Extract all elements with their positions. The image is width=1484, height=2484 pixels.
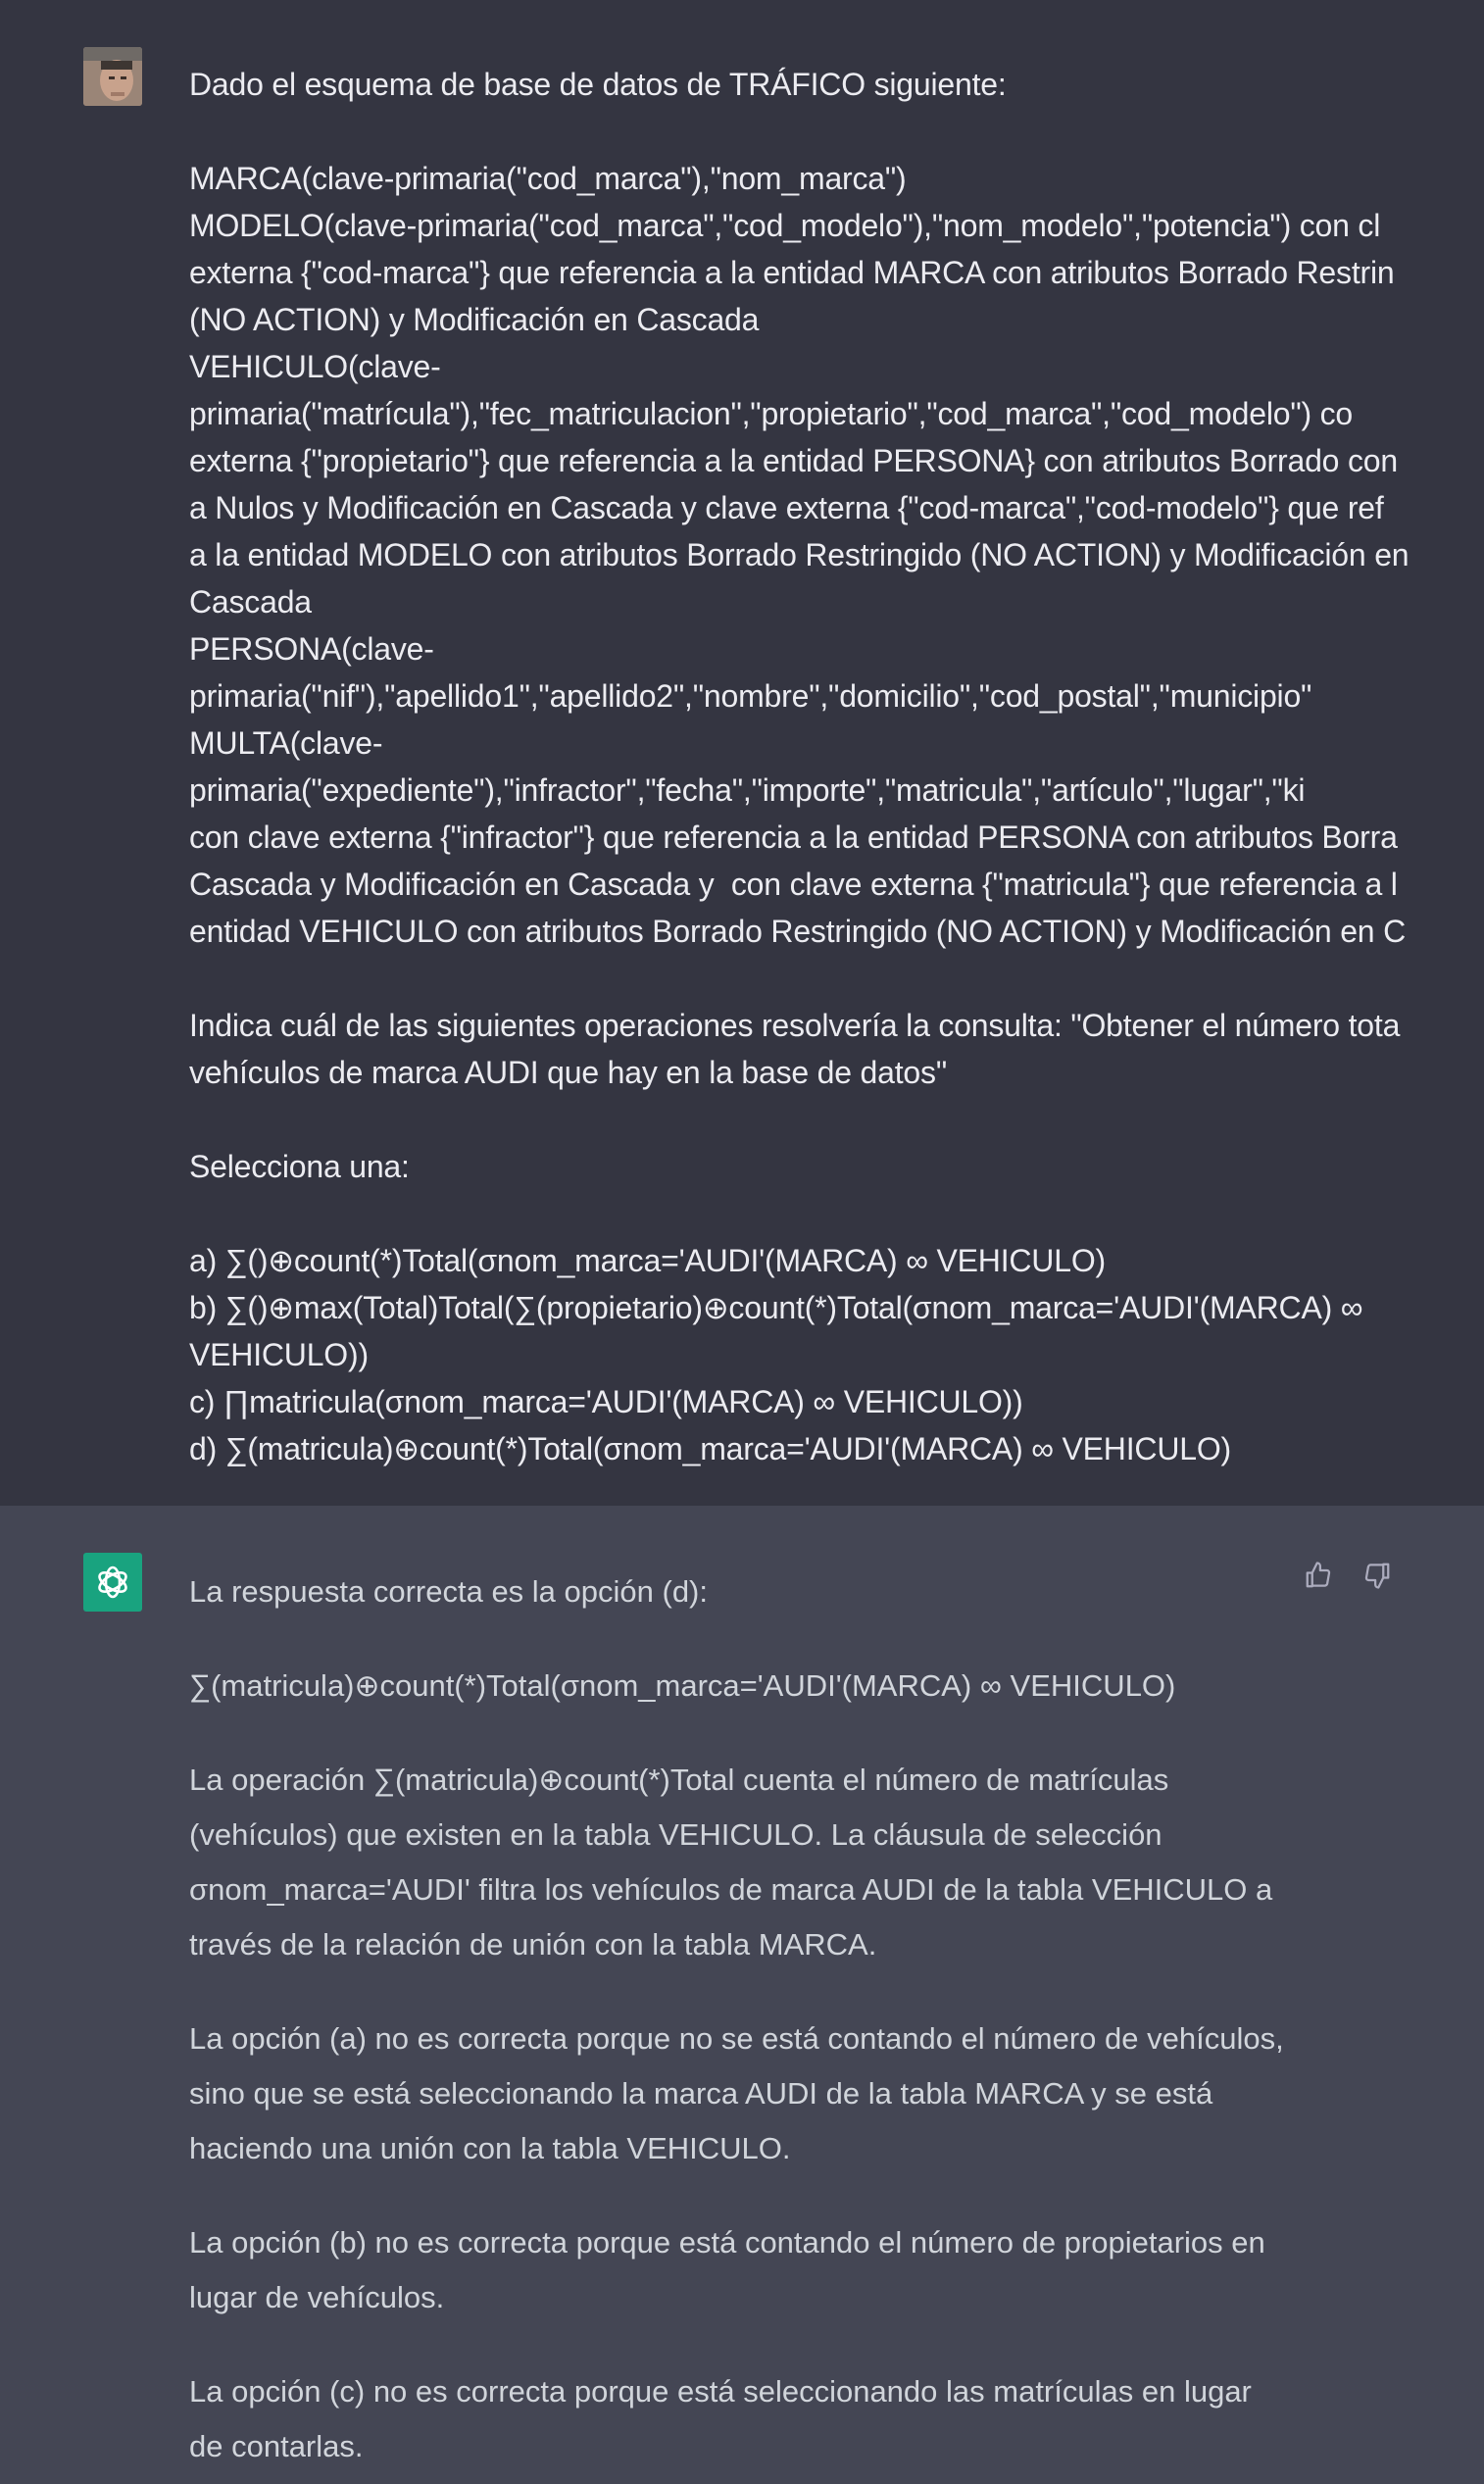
- user-message-line: externa {"propietario"} que referencia a…: [189, 443, 1398, 478]
- user-avatar: [83, 47, 142, 106]
- user-message-text: Dado el esquema de base de datos de TRÁF…: [189, 61, 1484, 1472]
- user-message-line: Cascada y Modificación en Cascada y con …: [189, 867, 1398, 902]
- user-message-line: [189, 108, 1484, 155]
- user-message-line: [189, 955, 1484, 1002]
- openai-logo-icon: [98, 1565, 127, 1599]
- user-message-line: [189, 1096, 1484, 1143]
- assistant-paragraph: La respuesta correcta es la opción (d):: [189, 1574, 708, 1609]
- assistant-paragraph: La opción (b) no es correcta porque está…: [189, 2225, 1265, 2314]
- user-message-line: a Nulos y Modificación en Cascada y clav…: [189, 490, 1384, 525]
- assistant-paragraph: La operación ∑(matricula)⊕count(*)Total …: [189, 1763, 1273, 1962]
- user-message-line: [189, 1190, 1484, 1237]
- user-message-line: PERSONA(clave-: [189, 631, 434, 667]
- assistant-paragraph: La opción (c) no es correcta porque está…: [189, 2374, 1252, 2463]
- user-message-line: MULTA(clave-: [189, 725, 383, 761]
- user-message-line: vehículos de marca AUDI que hay en la ba…: [189, 1055, 947, 1090]
- thumbs-up-button[interactable]: [1302, 1559, 1335, 1592]
- user-message-line: VEHICULO(clave-: [189, 349, 441, 384]
- user-message-line: con clave externa {"infractor"} que refe…: [189, 820, 1398, 855]
- user-message-line: entidad VEHICULO con atributos Borrado R…: [189, 914, 1407, 949]
- assistant-paragraph: ∑(matricula)⊕count(*)Total(σnom_marca='A…: [189, 1668, 1176, 1703]
- assistant-avatar: [83, 1553, 142, 1612]
- assistant-paragraph: La opción (a) no es correcta porque no s…: [189, 2021, 1284, 2165]
- user-message-line: a) ∑()⊕count(*)Total(σnom_marca='AUDI'(M…: [189, 1243, 1106, 1278]
- user-message-line: Dado el esquema de base de datos de TRÁF…: [189, 67, 1007, 102]
- thumbs-down-button[interactable]: [1360, 1559, 1394, 1592]
- user-message-turn: Dado el esquema de base de datos de TRÁF…: [0, 0, 1484, 1506]
- user-message-line: MARCA(clave-primaria("cod_marca"),"nom_m…: [189, 161, 907, 196]
- user-message-line: Selecciona una:: [189, 1149, 410, 1184]
- user-message-line: primaria("matrícula"),"fec_matriculacion…: [189, 396, 1354, 431]
- assistant-message-text: La respuesta correcta es la opción (d): ∑…: [189, 1565, 1287, 2484]
- feedback-buttons: [1302, 1559, 1394, 1592]
- user-message-line: a la entidad MODELO con atributos Borrad…: [189, 537, 1410, 572]
- user-message-line: MODELO(clave-primaria("cod_marca","cod_m…: [189, 208, 1381, 243]
- user-message-line: externa {"cod-marca"} que referencia a l…: [189, 255, 1395, 290]
- user-message-line: VEHICULO)): [189, 1337, 369, 1372]
- user-message-line: Cascada: [189, 584, 312, 620]
- user-message-line: c) ∏matricula(σnom_marca='AUDI'(MARCA) ∞…: [189, 1384, 1023, 1419]
- user-message-line: b) ∑()⊕max(Total)Total(∑(propietario)⊕co…: [189, 1290, 1363, 1325]
- user-message-line: (NO ACTION) y Modificación en Cascada: [189, 302, 760, 337]
- user-message-line: d) ∑(matricula)⊕count(*)Total(σnom_marca…: [189, 1431, 1231, 1466]
- thumbs-up-icon: [1306, 1562, 1331, 1588]
- user-message-line: primaria("expediente"),"infractor","fech…: [189, 772, 1306, 808]
- assistant-message-turn: La respuesta correcta es la opción (d): ∑…: [0, 1506, 1484, 2484]
- user-avatar-photo: [83, 47, 142, 106]
- user-message-line: primaria("nif"),"apellido1","apellido2",…: [189, 678, 1312, 714]
- thumbs-down-icon: [1364, 1563, 1390, 1589]
- user-message-line: Indica cuál de las siguientes operacione…: [189, 1008, 1401, 1043]
